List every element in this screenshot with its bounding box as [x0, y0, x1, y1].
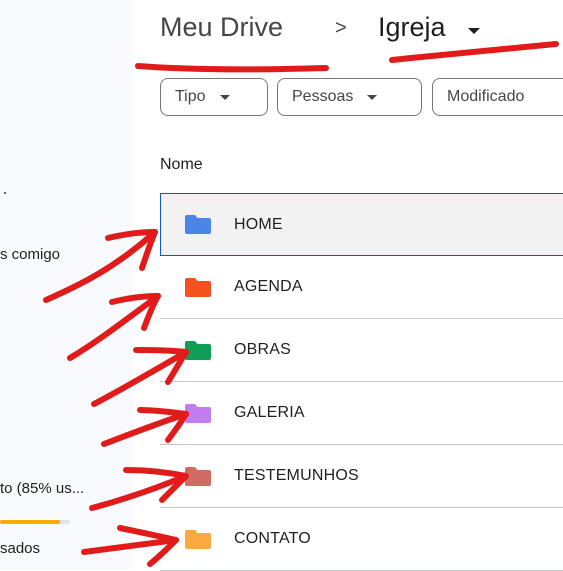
folder-icon	[185, 403, 211, 423]
table-row[interactable]: TESTEMUNHOS	[160, 445, 563, 508]
file-name: TESTEMUNHOS	[234, 467, 359, 484]
filter-modified-label: Modificado	[447, 88, 525, 105]
folder-icon	[185, 340, 211, 360]
file-name: HOME	[234, 215, 283, 233]
filter-people-chip[interactable]: Pessoas	[277, 78, 422, 116]
filter-modified-chip[interactable]: Modificado	[432, 78, 563, 116]
column-header-name[interactable]: Nome	[160, 156, 203, 174]
table-row[interactable]: HOME	[160, 193, 563, 256]
breadcrumb-current-folder[interactable]: Igreja	[378, 12, 446, 43]
folder-icon	[185, 215, 211, 234]
filter-type-chip[interactable]: Tipo	[160, 78, 268, 116]
filter-type-label: Tipo	[175, 88, 206, 105]
storage-used-label: sados	[0, 540, 41, 557]
file-name: CONTATO	[234, 530, 311, 547]
chevron-down-icon[interactable]	[468, 28, 480, 34]
folder-icon	[185, 529, 211, 549]
filter-people-label: Pessoas	[292, 88, 354, 105]
storage-bar-fill	[0, 520, 60, 524]
storage-bar	[0, 520, 70, 524]
storage-label[interactable]: to (85% us...	[0, 480, 84, 497]
chevron-down-icon	[367, 94, 378, 100]
table-row[interactable]: CONTATO	[160, 508, 563, 571]
table-row[interactable]: OBRAS	[160, 319, 563, 382]
folder-icon	[185, 277, 211, 297]
file-name: OBRAS	[234, 341, 292, 358]
table-row[interactable]: AGENDA	[160, 256, 563, 319]
file-name: AGENDA	[234, 278, 303, 295]
sidebar: s comigo to (85% us... sados	[0, 0, 133, 569]
table-row[interactable]: GALERIA	[160, 382, 563, 445]
sidebar-item-shared-with-me[interactable]: s comigo	[0, 246, 60, 263]
sidebar-divider-mark	[4, 192, 6, 194]
folder-icon	[185, 466, 211, 486]
breadcrumb-my-drive[interactable]: Meu Drive	[160, 12, 283, 43]
breadcrumb-separator: >	[335, 17, 347, 39]
chevron-down-icon	[219, 94, 230, 100]
file-name: GALERIA	[234, 404, 305, 421]
